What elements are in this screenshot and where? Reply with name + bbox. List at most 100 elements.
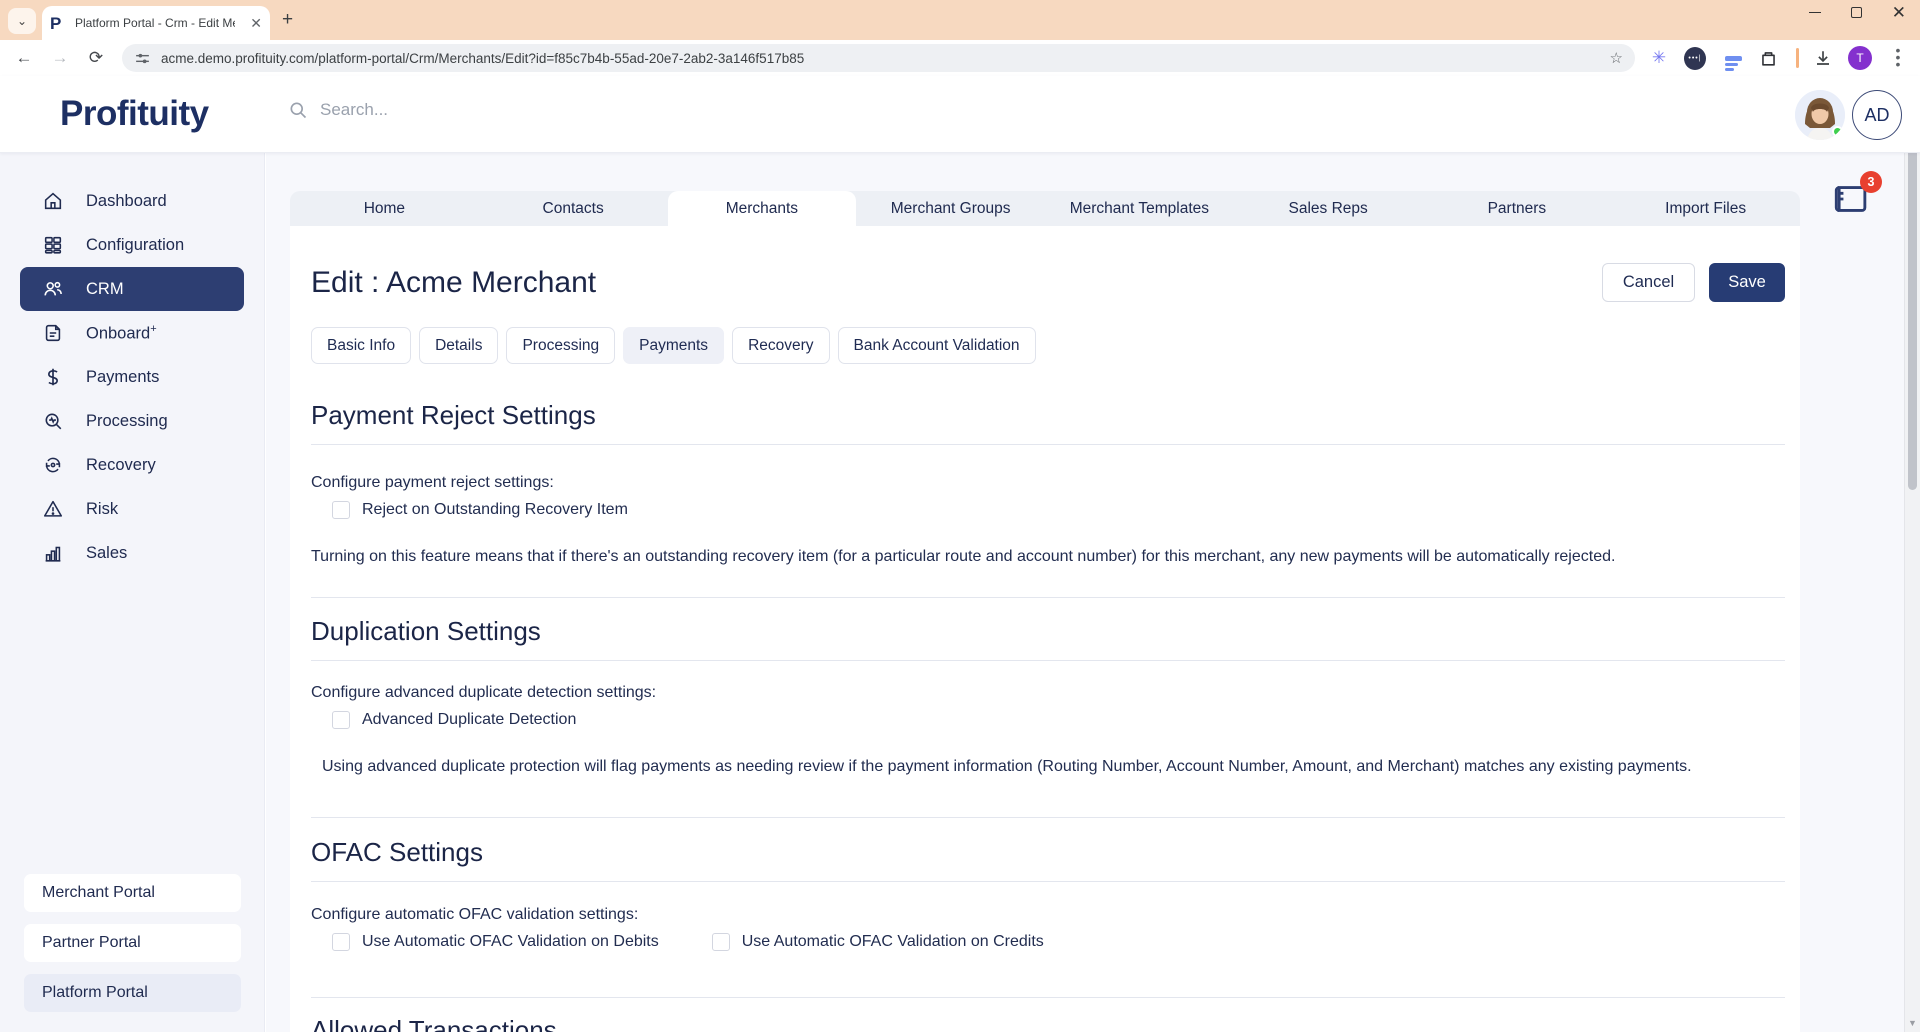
- advanced-duplicate-detection-checkbox[interactable]: [332, 711, 350, 729]
- sidebar-item-recovery[interactable]: Recovery: [0, 443, 264, 487]
- crm-icon: [42, 278, 64, 300]
- section-description: Using advanced duplicate protection will…: [311, 758, 1785, 776]
- section-heading: Duplication Settings: [311, 616, 1785, 647]
- sidebar: Dashboard Configuration CRM Onboard+: [0, 153, 265, 1032]
- tab-merchant-groups[interactable]: Merchant Groups: [856, 191, 1045, 226]
- edit-merchant-card: Edit : Acme Merchant Cancel Save Basic I…: [290, 226, 1800, 1032]
- tab-merchants[interactable]: Merchants: [668, 191, 857, 226]
- ofac-validation-debits-checkbox[interactable]: [332, 933, 350, 951]
- section-heading: Allowed Transactions: [311, 1015, 1785, 1032]
- subtab-processing[interactable]: Processing: [506, 327, 615, 364]
- sidebar-item-onboard[interactable]: Onboard+: [0, 311, 264, 355]
- section-description: Turning on this feature means that if th…: [311, 548, 1785, 566]
- section-heading: Payment Reject Settings: [311, 400, 1785, 431]
- main-content: 3 Home Contacts Merchants Merchant Group…: [266, 153, 1904, 1032]
- configuration-icon: [42, 234, 64, 256]
- section-intro: Configure payment reject settings:: [311, 474, 1785, 492]
- window-maximize-button[interactable]: [1851, 7, 1862, 18]
- user-avatar[interactable]: [1795, 90, 1845, 140]
- browser-toolbar: ← → ⟳ acme.demo.profituity.com/platform-…: [0, 40, 1920, 76]
- subtab-payments[interactable]: Payments: [623, 327, 724, 364]
- tab-home[interactable]: Home: [290, 191, 479, 226]
- extension-bars-icon[interactable]: [1722, 47, 1744, 69]
- cancel-button[interactable]: Cancel: [1602, 263, 1695, 302]
- window-minimize-button[interactable]: [1809, 12, 1821, 14]
- tab-contacts[interactable]: Contacts: [479, 191, 668, 226]
- address-bar[interactable]: acme.demo.profituity.com/platform-portal…: [122, 44, 1635, 72]
- tab-merchant-templates[interactable]: Merchant Templates: [1045, 191, 1234, 226]
- divider: [311, 597, 1785, 598]
- sidebar-item-risk[interactable]: Risk: [0, 487, 264, 531]
- global-search[interactable]: [288, 100, 688, 120]
- merchant-portal-button[interactable]: Merchant Portal: [24, 874, 241, 912]
- section-intro: Configure automatic OFAC validation sett…: [311, 906, 1785, 924]
- notifications-panel-button[interactable]: 3: [1832, 181, 1878, 221]
- section-intro: Configure advanced duplicate detection s…: [311, 684, 1785, 702]
- search-input[interactable]: [320, 100, 650, 120]
- favicon: P: [50, 15, 67, 32]
- downloads-icon[interactable]: [1812, 47, 1834, 69]
- section-allowed-transactions: Allowed Transactions: [311, 997, 1785, 1032]
- sidebar-item-crm[interactable]: CRM: [20, 267, 244, 311]
- processing-icon: [42, 410, 64, 432]
- scroll-down-arrow[interactable]: ▼: [1908, 1018, 1917, 1028]
- forward-button[interactable]: →: [48, 48, 72, 68]
- tab-close-icon[interactable]: ✕: [250, 15, 262, 32]
- browser-tab[interactable]: P Platform Portal - Crm - Edit Mer ✕: [42, 6, 270, 40]
- section-heading: OFAC Settings: [311, 837, 1785, 868]
- window-close-button[interactable]: ✕: [1892, 4, 1906, 21]
- bookmark-star-icon[interactable]: ☆: [1610, 49, 1623, 67]
- online-status-dot: [1832, 126, 1843, 137]
- subtab-recovery[interactable]: Recovery: [732, 327, 829, 364]
- merchant-subtabs: Basic Info Details Processing Payments R…: [311, 327, 1785, 364]
- page-scrollbar[interactable]: ▲ ▼: [1904, 76, 1920, 1032]
- divider: [311, 444, 1785, 445]
- subtab-details[interactable]: Details: [419, 327, 498, 364]
- tab-search-button[interactable]: ⌄: [8, 8, 36, 34]
- save-button[interactable]: Save: [1709, 263, 1785, 302]
- reload-button[interactable]: ⟳: [84, 48, 108, 68]
- subtab-bank-account-validation[interactable]: Bank Account Validation: [838, 327, 1036, 364]
- reject-on-outstanding-recovery-item-checkbox[interactable]: [332, 501, 350, 519]
- tab-sales-reps[interactable]: Sales Reps: [1234, 191, 1423, 226]
- browser-profile-avatar[interactable]: T: [1848, 46, 1872, 70]
- sidebar-item-sales[interactable]: Sales: [0, 531, 264, 575]
- section-duplication-settings: Duplication Settings Configure advanced …: [311, 597, 1785, 776]
- search-icon: [288, 100, 308, 120]
- checkbox-label: Use Automatic OFAC Validation on Debits: [362, 933, 659, 951]
- tab-import-files[interactable]: Import Files: [1611, 191, 1800, 226]
- sidebar-item-processing[interactable]: Processing: [0, 399, 264, 443]
- sidebar-item-configuration[interactable]: Configuration: [0, 223, 264, 267]
- partner-portal-button[interactable]: Partner Portal: [24, 924, 241, 962]
- user-initials-badge[interactable]: AD: [1852, 90, 1902, 140]
- app-logo[interactable]: Profituity: [60, 94, 209, 134]
- checkbox-label: Advanced Duplicate Detection: [362, 711, 576, 729]
- password-manager-icon[interactable]: •••|: [1684, 47, 1706, 69]
- back-button[interactable]: ←: [12, 48, 36, 68]
- recovery-icon: [42, 454, 64, 476]
- sales-icon: [42, 542, 64, 564]
- divider: [311, 881, 1785, 882]
- extension-asterisk-icon[interactable]: ✳: [1648, 47, 1670, 69]
- page-title: Edit : Acme Merchant: [311, 266, 596, 300]
- scrollbar-thumb[interactable]: [1908, 130, 1917, 490]
- home-icon: [42, 190, 64, 212]
- divider: [311, 997, 1785, 998]
- subtab-basic-info[interactable]: Basic Info: [311, 327, 411, 364]
- app-header: Profituity AD: [0, 76, 1920, 153]
- tab-partners[interactable]: Partners: [1423, 191, 1612, 226]
- browser-menu-icon[interactable]: •••: [1890, 47, 1906, 68]
- section-ofac-settings: OFAC Settings Configure automatic OFAC v…: [311, 817, 1785, 951]
- site-info-icon[interactable]: [134, 50, 151, 67]
- sidebar-item-dashboard[interactable]: Dashboard: [0, 179, 264, 223]
- payments-icon: [42, 366, 64, 388]
- url-text[interactable]: acme.demo.profituity.com/platform-portal…: [161, 51, 1602, 66]
- sidebar-item-payments[interactable]: Payments: [0, 355, 264, 399]
- divider: [311, 817, 1785, 818]
- platform-portal-button[interactable]: Platform Portal: [24, 974, 241, 1012]
- extensions-icon[interactable]: [1757, 47, 1779, 69]
- toolbar-separator: [1796, 48, 1799, 68]
- checkbox-label: Use Automatic OFAC Validation on Credits: [742, 933, 1044, 951]
- new-tab-button[interactable]: +: [282, 9, 293, 31]
- ofac-validation-credits-checkbox[interactable]: [712, 933, 730, 951]
